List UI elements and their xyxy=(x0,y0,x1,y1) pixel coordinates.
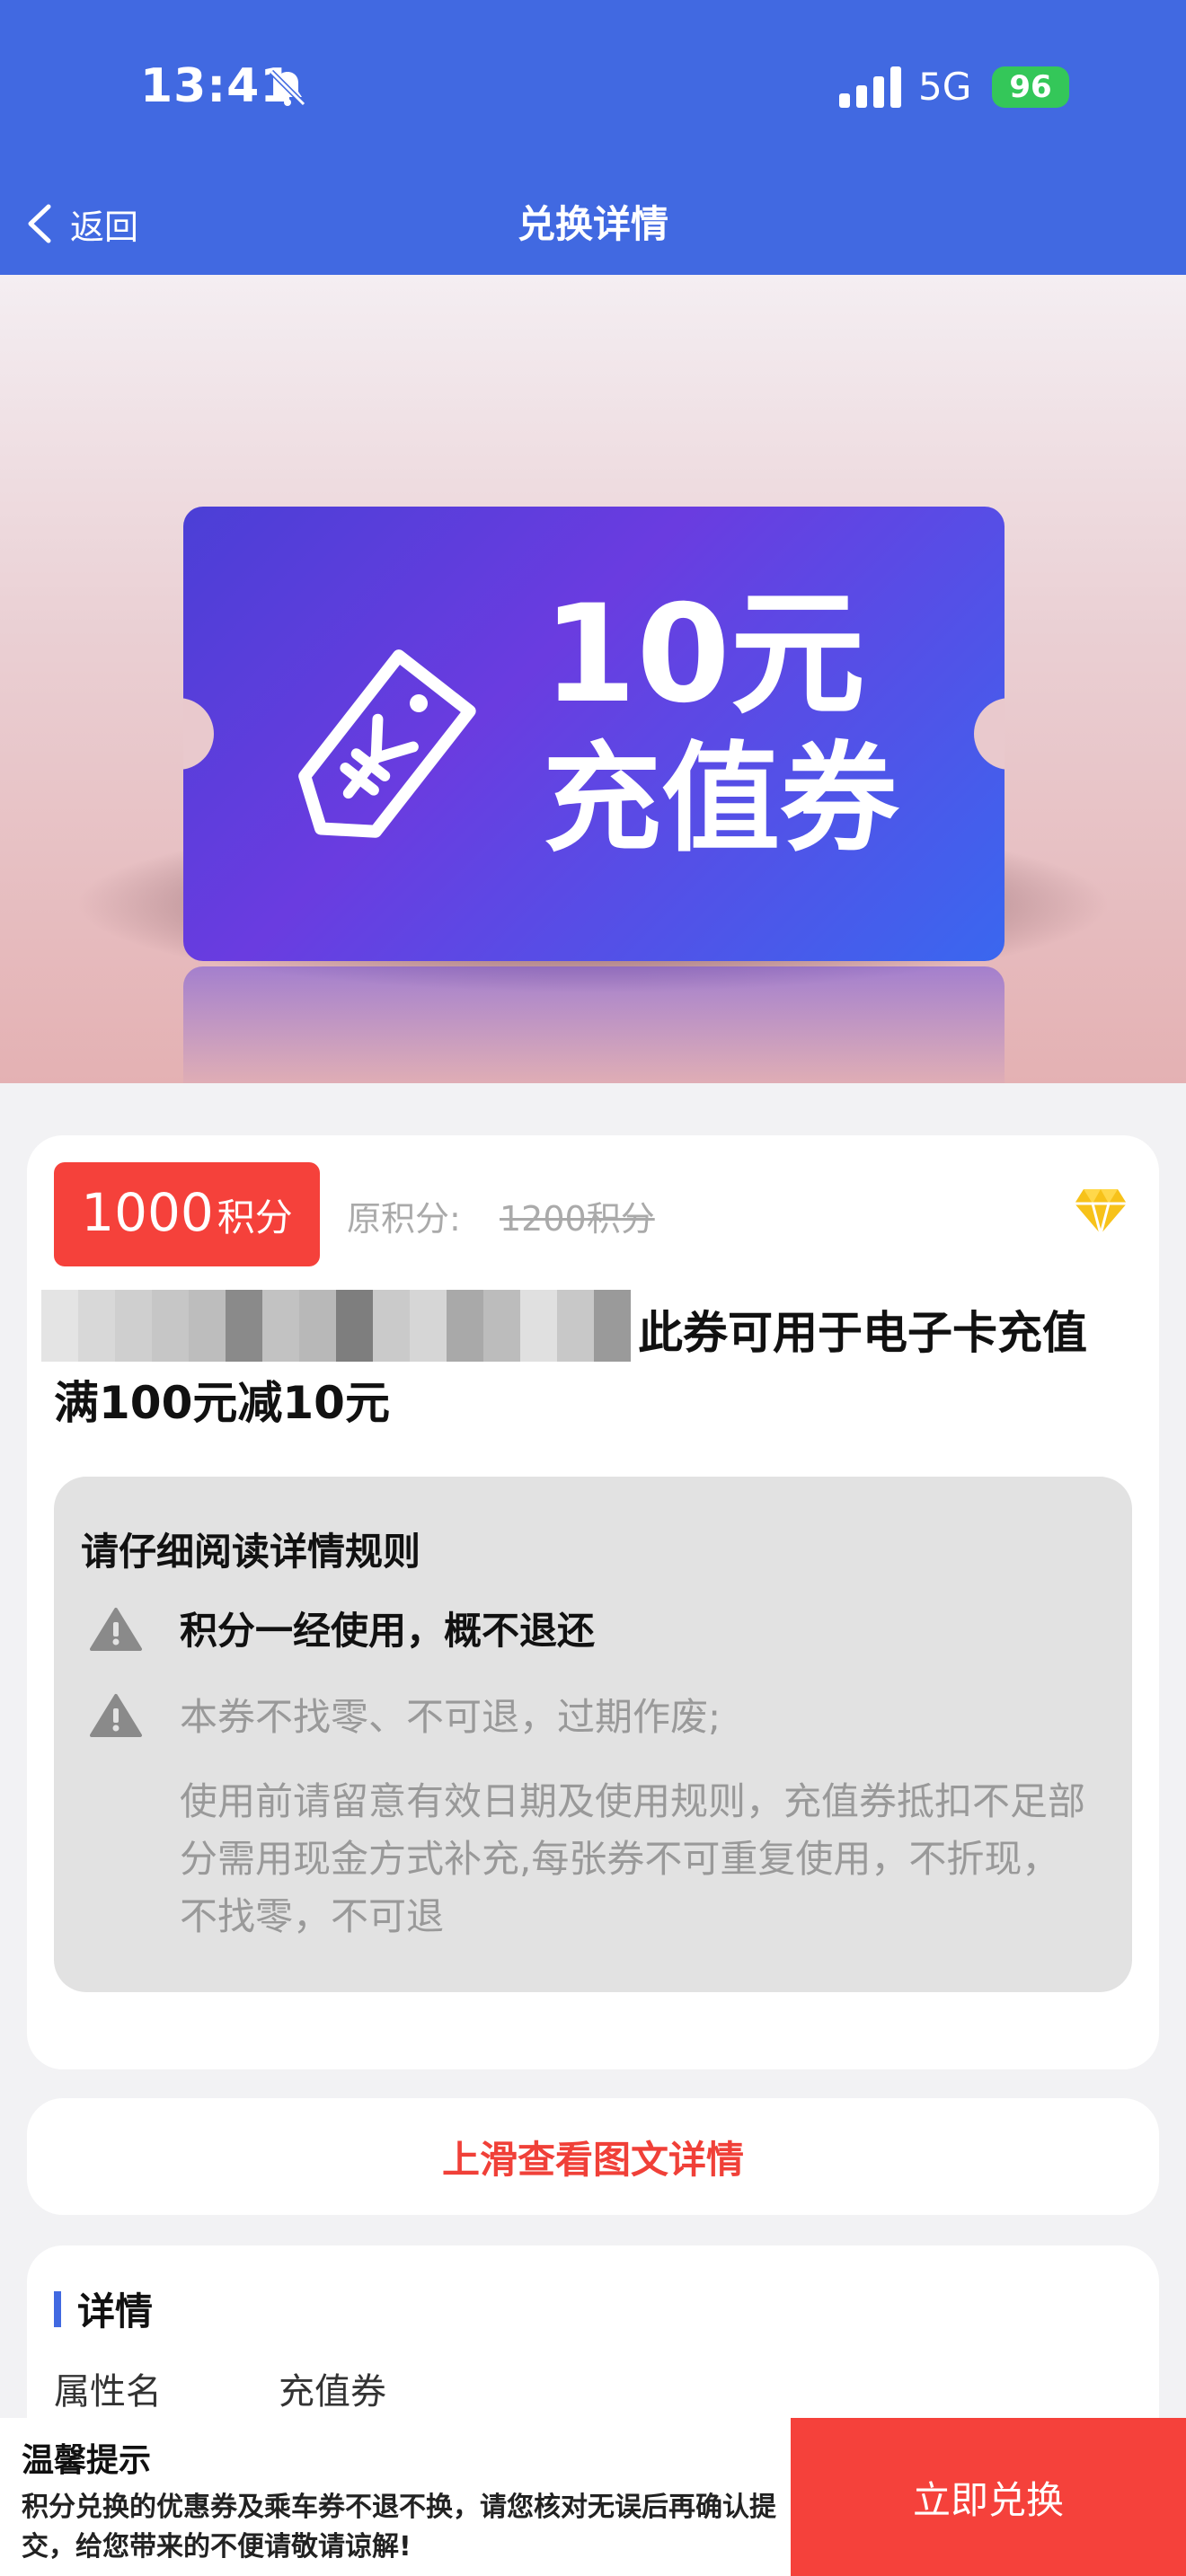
battery-indicator: 96 xyxy=(992,66,1069,108)
coupon-reflection xyxy=(183,966,1005,1083)
product-card: 1000 积分 原积分: 1200积分 此券可用于电子卡充值 满100元减10元… xyxy=(27,1135,1159,2069)
rules-box: 请仔细阅读详情规则 积分一经使用，概不退还 本券不找零、不可退，过期作废; 使用… xyxy=(54,1477,1132,1992)
rule-text: 本券不找零、不可退，过期作废; xyxy=(180,1695,721,1739)
product-title-line1: 此券可用于电子卡充值 xyxy=(638,1307,1087,1359)
rule-item: 使用前请留意有效日期及使用规则，充值券抵扣不足部分需用现金方式补充,每张券不可重… xyxy=(88,1773,1096,1945)
price-unit: 积分 xyxy=(217,1195,293,1239)
diamond-icon xyxy=(1075,1189,1127,1236)
tip-title: 温馨提示 xyxy=(22,2442,152,2479)
coupon-amount: 10元 xyxy=(543,577,865,733)
bottom-bar: 温馨提示 积分兑换的优惠券及乘车券不退不换，请您核对无误后再确认提交，给您带来的… xyxy=(0,2418,1186,2576)
swipe-detail-card[interactable]: 上滑查看图文详情 xyxy=(27,2098,1159,2215)
detail-accent-bar xyxy=(54,2290,61,2327)
tip-body: 积分兑换的优惠券及乘车券不退不换，请您核对无误后再确认提交，给您带来的不便请敬请… xyxy=(22,2492,776,2563)
rule-item: 本券不找零、不可退，过期作废; xyxy=(88,1689,1096,1746)
redacted-text-mosaic xyxy=(41,1290,631,1362)
detail-heading: 详情 xyxy=(77,2289,154,2333)
attribute-value: 充值券 xyxy=(279,2371,386,2413)
tip-section: 温馨提示 积分兑换的优惠券及乘车券不退不换，请您核对无误后再确认提交，给您带来的… xyxy=(22,2434,785,2567)
detail-header: 详情 xyxy=(54,2281,153,2336)
rule-item: 积分一经使用，概不退还 xyxy=(88,1602,1096,1660)
swipe-hint: 上滑查看图文详情 xyxy=(441,2137,744,2182)
rule-text: 积分一经使用，概不退还 xyxy=(180,1609,596,1653)
yen-tag-icon xyxy=(298,649,476,838)
battery-level: 96 xyxy=(1009,69,1052,105)
product-title-line2: 满100元减10元 xyxy=(54,1377,390,1429)
redeem-button[interactable]: 立即兑换 xyxy=(791,2418,1186,2576)
rule-text: 使用前请留意有效日期及使用规则，充值券抵扣不足部分需用现金方式补充,每张券不可重… xyxy=(180,1779,1086,1938)
attribute-name: 属性名 xyxy=(54,2371,162,2413)
header: 13:41 5G 96 返回 兑换详情 xyxy=(0,0,1186,275)
original-price-label: 原积分: xyxy=(347,1199,461,1239)
coupon-notch-left xyxy=(183,698,214,770)
warning-icon xyxy=(90,1608,142,1651)
original-price-value: 1200积分 xyxy=(500,1199,655,1239)
price-value: 1000 xyxy=(81,1182,214,1243)
rules-heading: 请仔细阅读详情规则 xyxy=(81,1530,421,1574)
page-title: 兑换详情 xyxy=(517,202,668,246)
hero-image: 10元 充值券 xyxy=(0,275,1186,1083)
warning-icon xyxy=(90,1694,142,1737)
coupon-graphic: 10元 充值券 xyxy=(183,507,1005,961)
signal-icon xyxy=(839,66,901,108)
network-label: 5G xyxy=(918,65,972,109)
bell-muted-icon xyxy=(269,69,306,107)
coupon-notch-right xyxy=(974,698,1005,770)
coupon-type: 充值券 xyxy=(543,730,898,869)
price-badge: 1000 积分 xyxy=(54,1162,320,1266)
